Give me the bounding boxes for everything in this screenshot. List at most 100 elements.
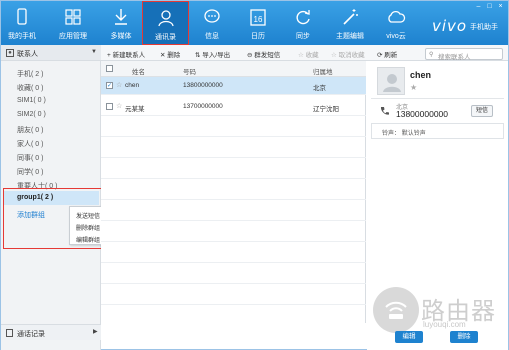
svg-text:16: 16	[254, 15, 263, 24]
close-button[interactable]: ×	[497, 3, 504, 10]
nav-label: 主题编辑	[336, 33, 364, 40]
contacts-table: 姓名 号码 归属地 ✓ ☆ chen 13800000000 北京 ☆ 元某某 …	[101, 61, 366, 323]
search-icon: ⚲	[429, 52, 434, 58]
contacts-book-icon	[6, 49, 14, 57]
import-export-button[interactable]: ⇅ 导入/导出	[195, 49, 230, 59]
empty-row	[101, 245, 366, 263]
sidebar-item-sim1[interactable]: SIM1( 0 )	[17, 97, 46, 104]
call-log-section[interactable]: 通话记录 ▶	[1, 324, 101, 340]
nav-label: 多媒体	[110, 33, 132, 40]
delete-label: 删除	[167, 52, 181, 59]
chevron-right-icon: ▶	[93, 329, 98, 335]
ringtone-label: 铃声：	[382, 131, 401, 137]
sidebar-item-phone[interactable]: 手机( 2 )	[17, 69, 43, 79]
nav-my-phone[interactable]: 我的手机	[3, 1, 41, 45]
contact-detail-phone: 13800000000	[396, 109, 449, 119]
column-location[interactable]: 归属地	[313, 66, 333, 76]
contact-name: chen	[125, 82, 140, 89]
ringtone-value: 默认铃声	[401, 131, 426, 137]
delete-button[interactable]: ✕ 删除	[160, 49, 180, 59]
new-contact-label: 新建联系人	[112, 52, 146, 59]
import-export-label: 导入/导出	[202, 52, 231, 59]
contact-location: 辽宁沈阳	[313, 106, 339, 113]
empty-row	[101, 119, 366, 137]
empty-row	[101, 224, 366, 242]
delete-contact-button[interactable]: 删除	[450, 331, 478, 343]
brand-logo: vivo	[432, 17, 468, 35]
favorite-button[interactable]: ☆ 收藏	[298, 49, 319, 59]
sidebar-item-friends[interactable]: 朋友( 0 )	[17, 125, 43, 135]
phone-icon	[380, 107, 389, 115]
empty-row	[101, 203, 366, 221]
brand-subtitle: 手机助手	[470, 24, 498, 31]
nav-label: 日历	[251, 33, 265, 40]
maximize-button[interactable]: □	[486, 3, 493, 10]
wifi-icon	[385, 301, 407, 319]
column-name[interactable]: 姓名	[132, 66, 145, 76]
sidebar-item-colleagues[interactable]: 同事( 0 )	[17, 153, 43, 163]
apps-icon	[65, 9, 81, 25]
empty-row	[101, 266, 366, 284]
nav-theme-editor[interactable]: 主题编辑	[331, 1, 369, 45]
unfavorite-button[interactable]: ☆ 取消收藏	[331, 49, 365, 59]
send-sms-button[interactable]: ⊖ 群发短信	[247, 49, 280, 59]
row-checkbox[interactable]: ✓	[106, 82, 113, 89]
watermark: 路由器 luyouqi.com	[373, 284, 506, 336]
nav-label: 通讯录	[155, 34, 176, 41]
table-row[interactable]: ✓ ☆ chen 13800000000 北京	[101, 77, 366, 95]
nav-contacts[interactable]: 通讯录	[142, 1, 189, 45]
nav-messages[interactable]: 信息	[193, 1, 231, 45]
nav-calendar[interactable]: 16 日历	[239, 1, 277, 45]
table-row[interactable]: ☆ 元某某 13700000000 辽宁沈阳	[101, 98, 366, 116]
table-header: 姓名 号码 归属地	[101, 61, 366, 77]
menu-item-edit-group[interactable]: 编辑群组	[76, 235, 100, 244]
nav-label: vivo云	[386, 33, 406, 40]
empty-row	[101, 182, 366, 200]
nav-multimedia[interactable]: 多媒体	[102, 1, 140, 45]
empty-row	[101, 140, 366, 158]
favorite-star-icon[interactable]: ★	[410, 83, 417, 92]
call-log-icon	[6, 329, 13, 337]
nav-label: 信息	[205, 33, 219, 40]
divider	[371, 98, 504, 99]
app-window: 我的手机 应用管理 多媒体 通讯录 信息 16 日历 同步 主题编辑 vivo云…	[0, 0, 509, 350]
menu-item-send-sms[interactable]: 发送短信	[76, 211, 100, 220]
nav-sync[interactable]: 同步	[284, 1, 322, 45]
nav-app-management[interactable]: 应用管理	[54, 1, 92, 45]
nav-vivo-cloud[interactable]: vivo云	[377, 1, 415, 45]
sidebar-item-family[interactable]: 家人( 0 )	[17, 139, 43, 149]
search-placeholder: 搜索联系人	[438, 54, 471, 61]
cloud-icon	[388, 10, 406, 23]
contact-name: 元某某	[125, 106, 145, 113]
column-number[interactable]: 号码	[183, 66, 196, 76]
phone-icon	[17, 8, 27, 25]
magic-wand-icon	[343, 9, 358, 25]
sidebar-header[interactable]: 联系人 ▼	[1, 45, 101, 61]
sidebar-item-classmates[interactable]: 同学( 0 )	[17, 167, 43, 177]
unfavorite-label: 取消收藏	[338, 52, 365, 59]
ringtone-field[interactable]: 铃声： 默认铃声	[371, 123, 504, 139]
select-all-checkbox[interactable]	[106, 65, 113, 72]
sidebar-header-label: 联系人	[17, 51, 38, 58]
nav-label: 我的手机	[8, 33, 36, 40]
menu-item-delete-group[interactable]: 删除群组	[76, 223, 100, 232]
new-contact-button[interactable]: + 新建联系人	[107, 49, 145, 59]
call-log-label: 通话记录	[17, 331, 45, 338]
minimize-button[interactable]: –	[475, 3, 482, 10]
sms-button[interactable]: 短信	[471, 105, 493, 117]
nav-label: 应用管理	[59, 33, 87, 40]
star-icon: ☆	[298, 52, 306, 59]
sync-icon	[296, 10, 310, 25]
contact-number: 13700000000	[183, 103, 223, 110]
message-icon	[204, 9, 220, 23]
edit-button[interactable]: 编辑	[395, 331, 423, 343]
watermark-url: luyouqi.com	[423, 320, 466, 329]
star-icon[interactable]: ☆	[116, 81, 122, 89]
refresh-button[interactable]: ⟳ 刷新	[377, 49, 397, 59]
empty-row	[101, 287, 366, 305]
sidebar-item-sim2[interactable]: SIM2( 0 )	[17, 111, 46, 118]
search-input[interactable]: ⚲ 搜索联系人	[425, 48, 503, 61]
row-checkbox[interactable]	[106, 103, 113, 110]
star-icon[interactable]: ☆	[116, 102, 122, 110]
sidebar-item-favorites[interactable]: 收藏( 0 )	[17, 83, 43, 93]
